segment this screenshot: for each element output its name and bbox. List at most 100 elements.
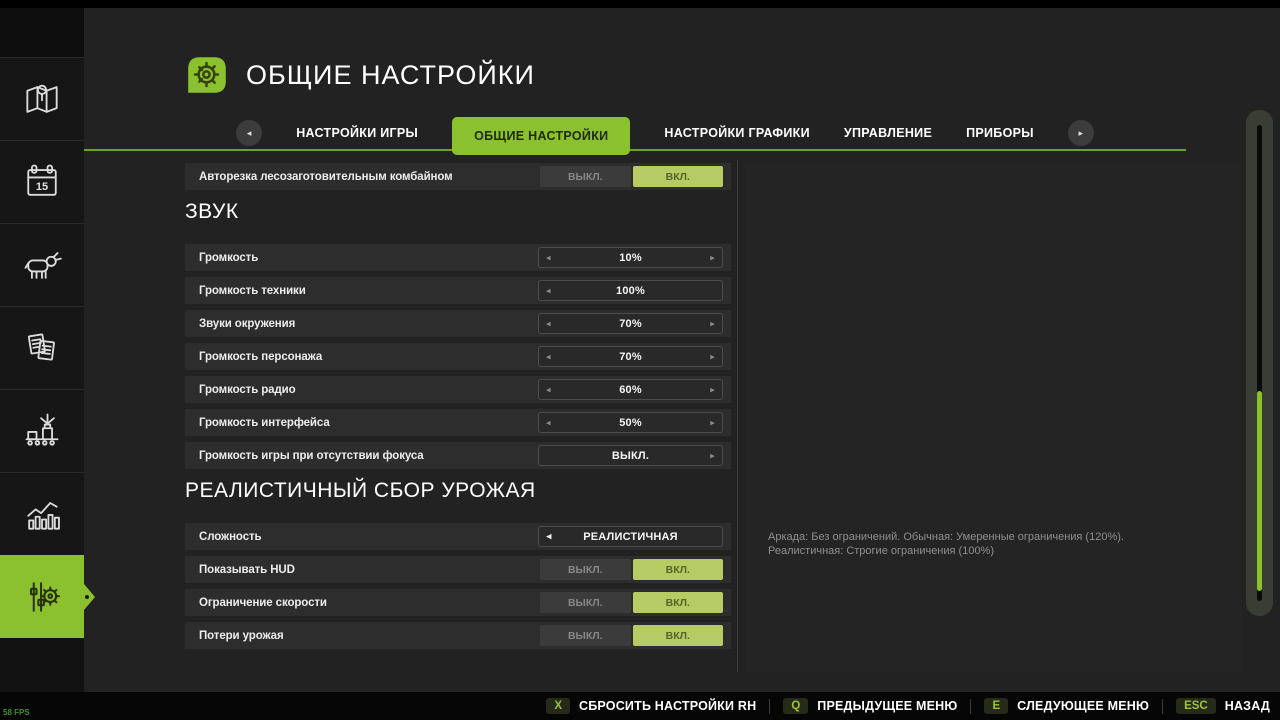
chevron-right-icon: ▸ <box>1079 128 1084 139</box>
sidebar-item-statistics[interactable] <box>0 472 84 555</box>
scrollbar-thumb[interactable] <box>1257 391 1262 591</box>
animals-icon <box>20 243 64 287</box>
help-text: Аркада: Без ограничений. Обычная: Умерен… <box>768 530 1124 558</box>
settings-icon <box>20 575 64 619</box>
value-selector[interactable]: ◂ РЕАЛИСТИЧНАЯ <box>538 526 723 547</box>
value-selector[interactable]: ◂ 50% ▸ <box>538 412 723 433</box>
value-selector[interactable]: ◂10%▸ <box>538 247 723 268</box>
help-line-2: Реалистичная: Строгие ограничения (100%) <box>768 544 1124 558</box>
tabs-prev-button[interactable]: ◂ <box>236 120 262 146</box>
tab-list: НАСТРОЙКИ ИГРЫ ОБЩИЕ НАСТРОЙКИ НАСТРОЙКИ Г… <box>296 114 1034 152</box>
gear-bubble-icon <box>184 52 230 103</box>
key-badge: E <box>984 698 1008 714</box>
setting-label: Звуки окружения <box>185 318 538 330</box>
tab-3[interactable]: УПРАВЛЕНИЕ <box>844 126 932 140</box>
settings-row: Звуки окружения◂70%▸ <box>185 310 731 337</box>
selector-value: 50% <box>619 417 642 429</box>
settings-row: Показывать HUDВЫКЛ.ВКЛ. <box>185 556 731 583</box>
selector-value: 100% <box>616 285 645 297</box>
settings-row: Громкость игры при отсутствии фокусаВЫКЛ… <box>185 442 731 469</box>
sidebar-item-calendar[interactable]: 15 <box>0 140 84 223</box>
sidebar-item-settings[interactable] <box>0 555 84 638</box>
toggle-control: ВЫКЛ.ВКЛ. <box>540 166 723 187</box>
sidebar-item-contracts[interactable] <box>0 306 84 389</box>
settings-row: Потери урожаяВЫКЛ.ВКЛ. <box>185 622 731 649</box>
value-selector[interactable]: ВЫКЛ. ▸ <box>538 445 723 466</box>
key-badge: ESC <box>1176 698 1216 714</box>
key-hint[interactable]: QПРЕДЫДУЩЕЕ МЕНЮ <box>783 698 957 714</box>
sidebar-item-production[interactable] <box>0 389 84 472</box>
setting-label: Громкость персонажа <box>185 351 538 363</box>
key-hint[interactable]: ESC НАЗАД <box>1176 698 1270 714</box>
toggle-off-button[interactable]: ВЫКЛ. <box>540 559 631 580</box>
selector-left-arrow-icon[interactable]: ◂ <box>546 352 551 361</box>
help-panel: Аркада: Без ограничений. Обычная: Умерен… <box>745 163 1242 672</box>
selector-right-arrow-icon[interactable]: ▸ <box>710 253 715 262</box>
hint-divider <box>970 699 971 714</box>
value-selector[interactable]: ◂70%▸ <box>538 313 723 334</box>
contracts-icon <box>20 326 64 370</box>
toggle-on-button[interactable]: ВКЛ. <box>633 559 724 580</box>
selector-left-arrow-icon[interactable]: ◂ <box>546 253 551 262</box>
setting-label: Ограничение скорости <box>185 597 540 609</box>
toggle-on-button[interactable]: ВКЛ. <box>633 625 724 646</box>
setting-label: Авторезка лесозаготовительным комбайном <box>185 171 540 183</box>
selector-left-arrow-icon[interactable]: ◂ <box>546 319 551 328</box>
tab-2[interactable]: НАСТРОЙКИ ГРАФИКИ <box>664 126 809 140</box>
toggle-on-button[interactable]: ВКЛ. <box>633 166 724 187</box>
selector-left-arrow-icon[interactable]: ◂ <box>546 385 551 394</box>
sidebar-item-map[interactable] <box>0 57 84 140</box>
toggle-off-button[interactable]: ВЫКЛ. <box>540 592 631 613</box>
section-header: ЗВУК <box>185 198 731 226</box>
tab-1-active[interactable]: ОБЩИЕ НАСТРОЙКИ <box>452 117 630 155</box>
help-line-1: Аркада: Без ограничений. Обычная: Умерен… <box>768 530 1124 544</box>
tab-bar: ◂ НАСТРОЙКИ ИГРЫОБЩИЕ НАСТРОЙКИНАСТРОЙКИ… <box>84 114 1186 152</box>
toggle-on-button[interactable]: ВКЛ. <box>633 592 724 613</box>
tab-0[interactable]: НАСТРОЙКИ ИГРЫ <box>296 126 418 140</box>
selector-right-arrow-icon[interactable]: ▸ <box>710 451 715 460</box>
tab-4[interactable]: ПРИБОРЫ <box>966 126 1034 140</box>
selector-left-arrow-icon[interactable]: ◂ <box>546 418 551 427</box>
selector-value: ВЫКЛ. <box>612 450 649 462</box>
setting-label: Показывать HUD <box>185 564 540 576</box>
key-hint[interactable]: XСБРОСИТЬ НАСТРОЙКИ RH <box>546 698 756 714</box>
selector-value: 70% <box>619 351 642 363</box>
toggle-control: ВЫКЛ.ВКЛ. <box>540 592 723 613</box>
sidebar-item-animals[interactable] <box>0 223 84 306</box>
selector-left-arrow-icon[interactable]: ◂ <box>546 531 552 542</box>
settings-row: Громкость техники ◂ 100% <box>185 277 731 304</box>
settings-row: Громкость персонажа ◂ 70% ▸ <box>185 343 731 370</box>
key-badge: Q <box>783 698 808 714</box>
scrollbar-track[interactable] <box>1257 125 1262 601</box>
section-header: РЕАЛИСТИЧНЫЙ СБОР УРОЖАЯ <box>185 477 731 505</box>
selector-value: 60% <box>619 384 642 396</box>
setting-label: Громкость техники <box>185 285 538 297</box>
settings-row: Авторезка лесозаготовительным комбайномВ… <box>185 163 731 190</box>
page-title: ОБЩИЕ НАСТРОЙКИ <box>246 60 535 91</box>
sidebar: 15 <box>0 8 84 692</box>
key-hint[interactable]: EСЛЕДУЮЩЕЕ МЕНЮ <box>984 698 1149 714</box>
setting-label: Потери урожая <box>185 630 540 642</box>
selector-right-arrow-icon[interactable]: ▸ <box>710 319 715 328</box>
selector-right-arrow-icon[interactable]: ▸ <box>710 352 715 361</box>
selector-value: РЕАЛИСТИЧНАЯ <box>583 531 678 543</box>
toggle-off-button[interactable]: ВЫКЛ. <box>540 625 631 646</box>
hint-divider <box>1162 699 1163 714</box>
bottom-bar: XСБРОСИТЬ НАСТРОЙКИ RHQПРЕДЫДУЩЕЕ МЕНЮEС… <box>0 692 1280 720</box>
selector-right-arrow-icon[interactable]: ▸ <box>710 385 715 394</box>
selector-left-arrow-icon[interactable]: ◂ <box>546 286 551 295</box>
toggle-off-button[interactable]: ВЫКЛ. <box>540 166 631 187</box>
setting-label: Громкость радио <box>185 384 538 396</box>
key-hint-label: НАЗАД <box>1225 699 1270 713</box>
scrollbar[interactable] <box>1246 110 1273 616</box>
selector-right-arrow-icon[interactable]: ▸ <box>710 418 715 427</box>
setting-label: Громкость игры при отсутствии фокуса <box>185 450 538 462</box>
setting-label: Громкость <box>185 252 538 264</box>
settings-row: Сложность◂РЕАЛИСТИЧНАЯ <box>185 523 731 550</box>
key-hint-label: СБРОСИТЬ НАСТРОЙКИ RH <box>579 699 756 713</box>
tabs-next-button[interactable]: ▸ <box>1068 120 1094 146</box>
settings-list: Авторезка лесозаготовительным комбайномВ… <box>185 163 731 655</box>
value-selector[interactable]: ◂ 60% ▸ <box>538 379 723 400</box>
value-selector[interactable]: ◂ 70% ▸ <box>538 346 723 367</box>
value-selector[interactable]: ◂ 100% <box>538 280 723 301</box>
